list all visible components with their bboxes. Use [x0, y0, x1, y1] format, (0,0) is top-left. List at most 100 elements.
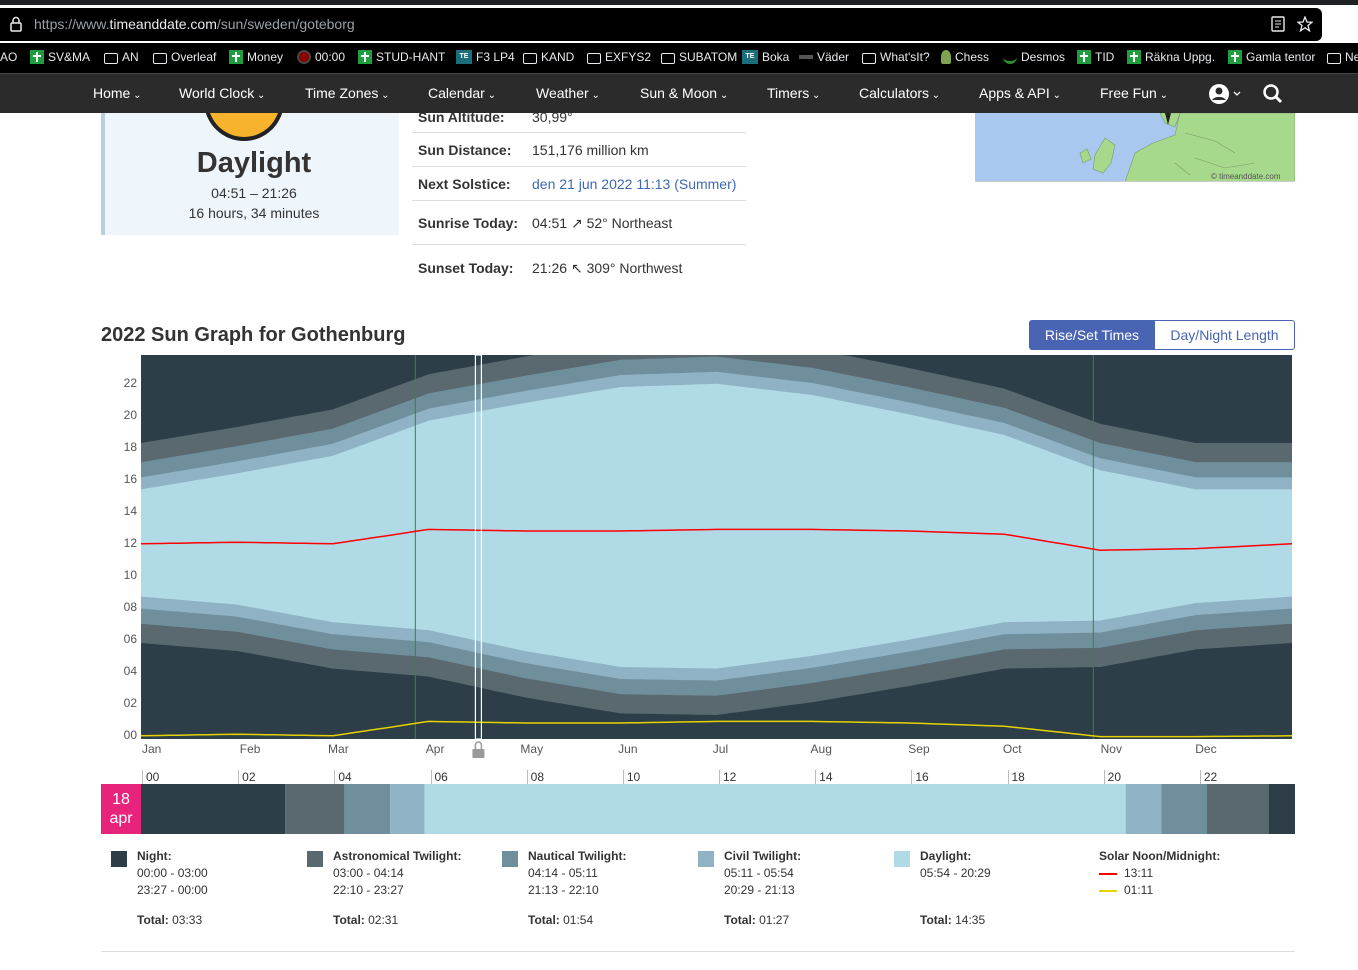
nav-item[interactable]: Free Fun — [1100, 85, 1168, 101]
reader-mode-icon[interactable] — [1270, 16, 1286, 32]
noon-line-swatch — [1099, 873, 1117, 875]
bookmark-item[interactable]: TE Boka — [742, 50, 789, 64]
bookmark-label: KAND — [541, 50, 575, 64]
legend-swatch — [307, 851, 323, 867]
northeast-arrow-icon: ↗ — [570, 215, 583, 231]
legend-title: Daylight: — [920, 849, 972, 863]
y-tick-label: 12 — [124, 536, 138, 550]
bookmark-item[interactable]: Väder — [799, 50, 849, 64]
x-tick-label: Jul — [713, 742, 728, 756]
plus-icon — [1127, 50, 1141, 64]
y-tick-label: 06 — [124, 632, 138, 646]
midnight-time: 01:11 — [1124, 883, 1154, 897]
bookmark-item[interactable]: What'sIt? — [862, 50, 930, 64]
info-label: Next Solstice: — [418, 176, 511, 192]
bookmark-item[interactable]: Desmos — [1003, 50, 1065, 64]
bookmark-item[interactable]: Räkna Uppg. — [1127, 50, 1215, 64]
daybar-segment-astro — [1207, 784, 1269, 834]
search-icon[interactable] — [1262, 83, 1284, 105]
info-row-solstice: Next Solstice: den 21 jun 2022 11:13 (Su… — [412, 167, 746, 201]
rise-set-times-button[interactable]: Rise/Set Times — [1029, 320, 1155, 350]
x-tick-label: Nov — [1101, 742, 1122, 756]
legend-title: Night: — [137, 849, 172, 863]
today-daybar: 18 apr — [101, 784, 1295, 834]
bookmark-item[interactable]: Chess — [941, 50, 989, 64]
x-tick-label: Feb — [240, 742, 261, 756]
plus-icon — [30, 50, 44, 64]
legend-range: 05:54 - 20:29 — [920, 866, 991, 880]
bookmark-item[interactable]: Ne — [1327, 50, 1358, 64]
date-day: 18 — [112, 791, 130, 808]
x-tick-label: Oct — [1003, 742, 1022, 756]
account-icon[interactable] — [1208, 83, 1244, 105]
url-text: https://www.timeanddate.com/sun/sweden/g… — [34, 16, 355, 32]
daybar-hour-label: 22 — [1199, 770, 1217, 784]
nav-item[interactable]: Apps & API — [979, 85, 1061, 101]
address-bar[interactable]: https://www.timeanddate.com/sun/sweden/g… — [0, 8, 1322, 41]
bookmark-item[interactable]: STUD-HANT — [358, 50, 445, 64]
info-label: Sunset Today: — [418, 260, 514, 276]
legend-total: Total: 01:54 — [528, 913, 594, 927]
info-value: 30,99° — [532, 113, 573, 125]
daybar-hour-label: 06 — [430, 770, 448, 784]
y-tick-label: 08 — [124, 600, 138, 614]
bookmark-label: What'sIt? — [880, 50, 930, 64]
pawn-icon — [941, 50, 951, 64]
sunrise-direction: 52° Northeast — [586, 215, 673, 231]
bookmark-label: Väder — [817, 50, 850, 64]
bookmark-item[interactable]: Money — [229, 50, 283, 64]
bookmark-item[interactable]: SV&MA — [30, 50, 90, 64]
nav-item[interactable]: Time Zones — [305, 85, 390, 101]
bookmarks-bar: AO SV&MA AN Overleaf Money 00:00 STUD-HANT TE F3… — [0, 43, 1358, 73]
location-map[interactable]: © timeanddate.com — [975, 113, 1295, 182]
x-tick-label: Dec — [1195, 742, 1216, 756]
nav-item[interactable]: World Clock — [179, 85, 265, 101]
bookmark-item[interactable]: SUBATOM — [661, 50, 737, 64]
legend-title: Solar Noon/Midnight: — [1099, 849, 1221, 863]
sunrise-time: 04:51 — [532, 215, 568, 231]
bookmark-item[interactable]: Gamla tentor — [1228, 50, 1315, 64]
daybar-hour-label: 20 — [1103, 770, 1121, 784]
y-tick-label: 18 — [124, 440, 138, 454]
legend-swatch — [894, 851, 910, 867]
daybar-segment-night — [1268, 784, 1295, 834]
sun-graph-chart[interactable]: 00 02 04 06 08 10 12 14 16 18 20 22 Jan Feb Mar Apr May J… — [101, 355, 1295, 773]
bookmark-item[interactable]: AN — [104, 50, 139, 64]
nav-item[interactable]: Sun & Moon — [640, 85, 728, 101]
daybar-segment-night — [141, 784, 286, 834]
bookmark-item[interactable]: AO — [0, 50, 17, 64]
info-label: Sunrise Today: — [418, 215, 519, 231]
nav-item[interactable]: Calculators — [859, 85, 940, 101]
solstice-link[interactable]: den 21 jun 2022 11:13 (Summer) — [532, 176, 736, 192]
bookmark-item[interactable]: KAND — [523, 50, 574, 64]
te-icon: TE — [456, 50, 472, 64]
record-icon — [297, 50, 311, 64]
lock-icon-shackle — [474, 741, 483, 749]
nav-item[interactable]: Timers — [767, 85, 820, 101]
daybar-hour-label: 02 — [238, 770, 256, 784]
bookmark-item[interactable]: Overleaf — [153, 50, 216, 64]
bookmark-item[interactable]: EXFYS2 — [587, 50, 651, 64]
folder-icon — [587, 52, 601, 64]
plus-icon — [1228, 50, 1242, 64]
bookmark-item[interactable]: 00:00 — [297, 50, 345, 64]
date-badge: 18 apr — [101, 784, 141, 834]
sun-icon — [204, 113, 284, 141]
nav-item[interactable]: Weather — [536, 85, 600, 101]
info-row-distance: Sun Distance: 151,176 million km — [412, 133, 746, 167]
sunset-direction: 309° Northwest — [586, 260, 683, 276]
star-icon[interactable] — [1297, 16, 1313, 32]
daybar-hour-label: 10 — [622, 770, 640, 784]
x-tick-label: Jun — [618, 742, 637, 756]
site-navigation: Home World Clock Time Zones Calendar Weather… — [0, 73, 1358, 113]
bookmark-item[interactable]: TID — [1077, 50, 1114, 64]
info-label: Sun Distance: — [418, 142, 512, 158]
info-value: 21:26 ↖ 309° Northwest — [532, 260, 682, 277]
day-night-length-button[interactable]: Day/Night Length — [1154, 320, 1295, 350]
plus-icon — [358, 50, 372, 64]
bookmark-label: 00:00 — [315, 50, 346, 64]
nav-item[interactable]: Calendar — [428, 85, 496, 101]
nav-item[interactable]: Home — [93, 85, 142, 101]
bookmark-item[interactable]: TE F3 LP4 — [456, 50, 515, 64]
bookmark-label: AN — [122, 50, 139, 64]
